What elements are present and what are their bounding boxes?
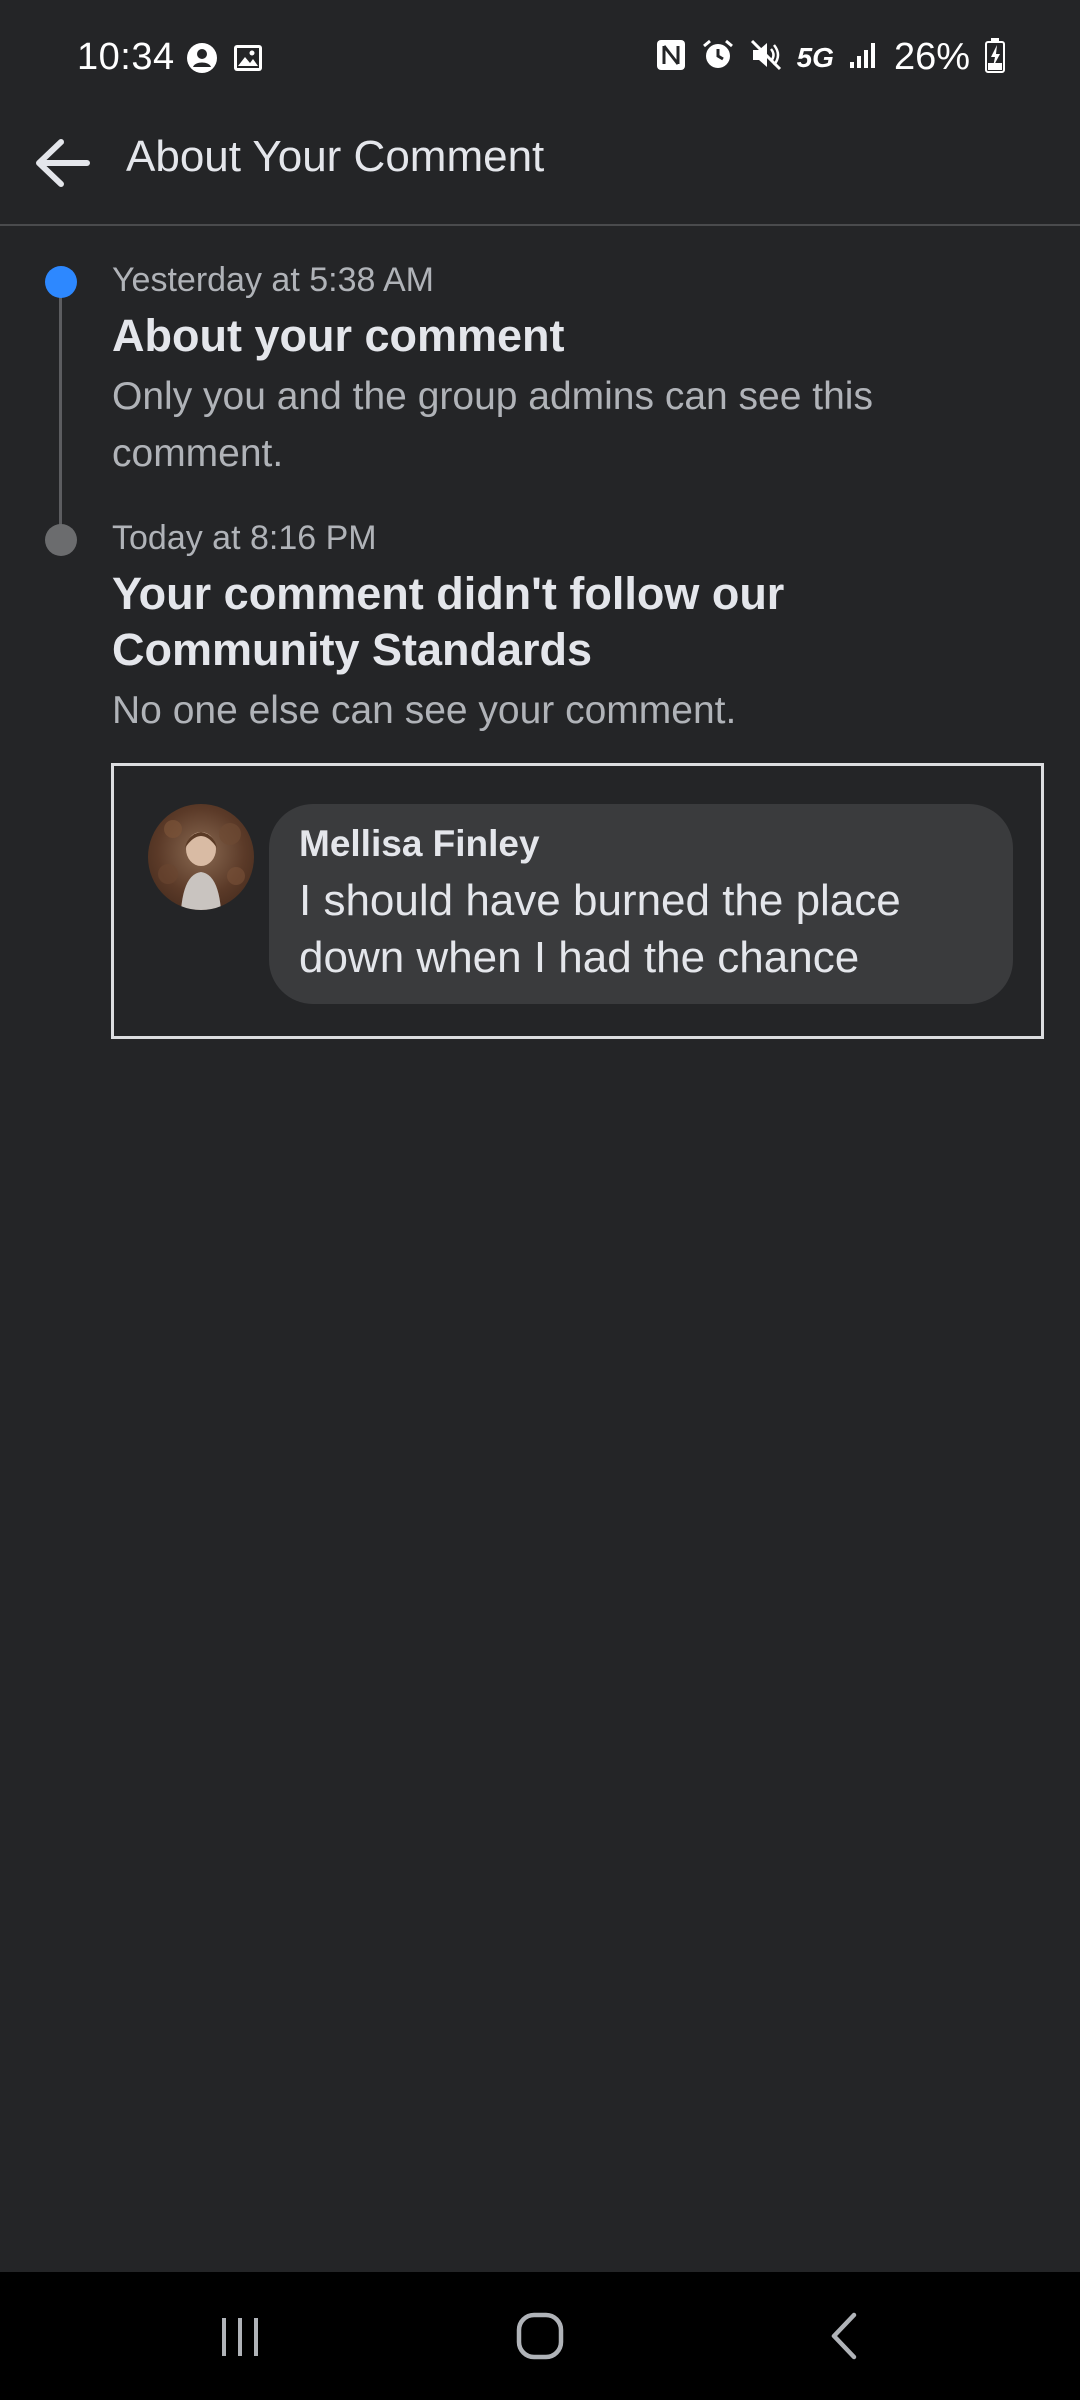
event-time: Today at 8:16 PM [112, 519, 377, 557]
battery-charging-icon [984, 37, 1006, 78]
status-right-icons: 5G 26% [655, 36, 1006, 79]
system-back-button[interactable] [804, 2300, 884, 2372]
comment-card: Mellisa Finley I should have burned the … [111, 763, 1044, 1039]
battery-percent: 26% [893, 36, 970, 78]
avatar-image [158, 820, 245, 910]
back-icon [831, 2312, 857, 2360]
comment-bubble[interactable]: Mellisa Finley I should have burned the … [269, 804, 1013, 1004]
comment-text: I should have burned the place down when… [299, 876, 901, 982]
timeline-line [59, 284, 62, 542]
timeline-dot [45, 524, 77, 556]
nfc-icon [655, 38, 687, 77]
avatar[interactable] [148, 804, 254, 910]
alarm-icon [701, 38, 735, 77]
app-header: About Your Comment [0, 122, 1080, 226]
page-title: About Your Comment [126, 132, 545, 181]
home-icon [516, 2312, 564, 2360]
comment-author[interactable]: Mellisa Finley [299, 822, 983, 866]
timeline-event: Today at 8:16 PM Your comment didn't fol… [112, 518, 1042, 739]
navigation-bar [0, 2272, 1080, 2400]
mute-icon [749, 38, 783, 77]
status-left-icons [186, 42, 264, 79]
event-title: About your comment [112, 310, 565, 361]
event-title: Your comment didn't follow our Community… [112, 568, 785, 675]
event-description: Only you and the group admins can see th… [112, 375, 873, 475]
network-label: 5G [796, 41, 834, 73]
status-time: 10:34 [77, 36, 175, 78]
image-icon [232, 42, 264, 79]
arrow-left-icon [36, 139, 90, 187]
event-time: Yesterday at 5:38 AM [112, 261, 434, 299]
account-circle-icon [186, 42, 218, 79]
timeline-dot-active [45, 266, 77, 298]
signal-icon [848, 40, 880, 75]
timeline-event: Yesterday at 5:38 AM About your comment … [112, 260, 1042, 482]
screen: 10:34 5G 26% About Your Comment Yesterda… [0, 0, 1080, 2400]
recents-button[interactable] [200, 2300, 280, 2372]
back-button[interactable] [28, 128, 98, 198]
recents-icon [222, 2318, 258, 2356]
home-button[interactable] [500, 2300, 580, 2372]
status-bar: 10:34 5G 26% [0, 0, 1080, 122]
event-description: No one else can see your comment. [112, 689, 737, 732]
